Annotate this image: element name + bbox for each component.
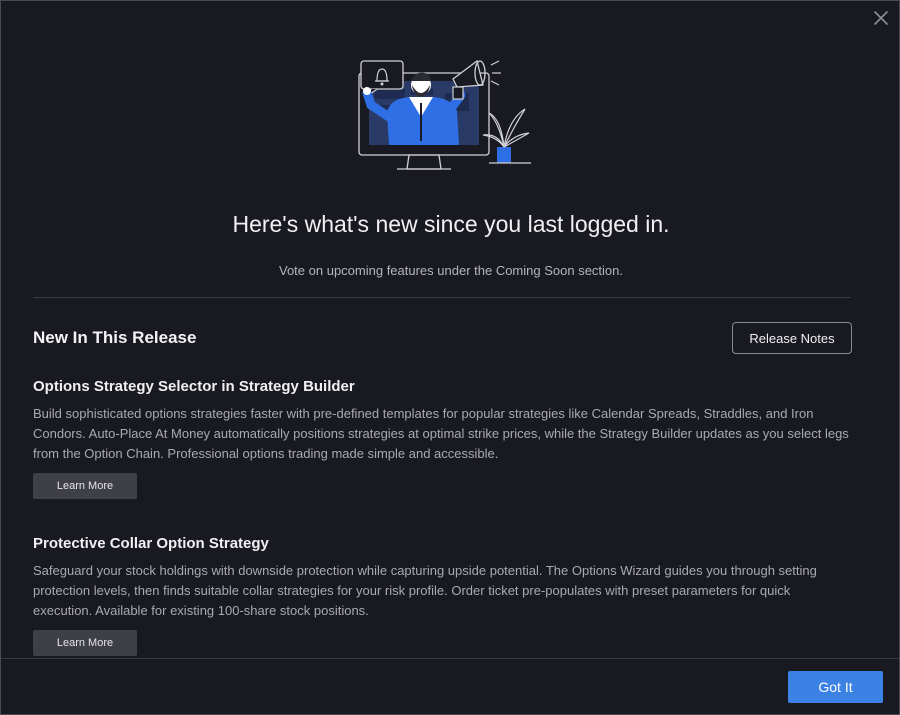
learn-more-button[interactable]: Learn More [33, 473, 137, 499]
feature-description: Build sophisticated options strategies f… [33, 406, 849, 461]
got-it-button[interactable]: Got It [788, 671, 883, 703]
release-content-scroll-area[interactable]: New In This Release Release Notes Option… [1, 298, 899, 658]
feature-title: Options Strategy Selector in Strategy Bu… [33, 378, 355, 395]
megaphone-announcement-illustration [349, 53, 539, 175]
dialog-headline: Here's what's new since you last logged … [232, 211, 670, 237]
release-notes-button[interactable]: Release Notes [732, 322, 852, 354]
feature-description: Safeguard your stock holdings with downs… [33, 563, 817, 618]
feature-item: Options Strategy Selector in Strategy Bu… [33, 378, 851, 499]
dialog-footer: Got It [1, 658, 899, 714]
feature-item: Protective Collar Option Strategy Safegu… [33, 535, 851, 656]
feature-title: Protective Collar Option Strategy [33, 535, 269, 552]
dialog-subline: Vote on upcoming features under the Comi… [279, 263, 623, 278]
learn-more-button[interactable]: Learn More [33, 630, 137, 656]
whats-new-dialog: Here's what's new since you last logged … [0, 0, 900, 715]
close-icon[interactable] [872, 9, 890, 27]
section-title: New In This Release [33, 328, 197, 347]
